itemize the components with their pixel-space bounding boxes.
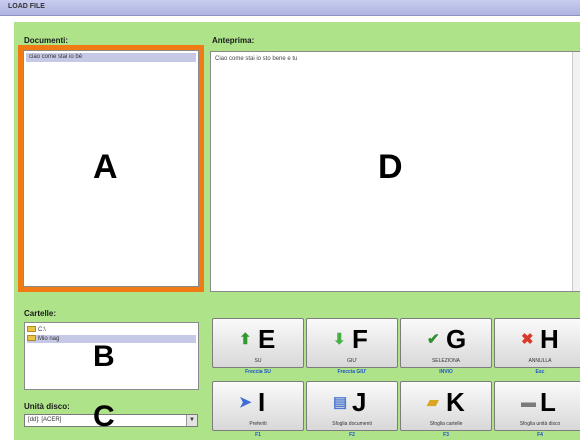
button-letter: G bbox=[446, 324, 467, 354]
shortcut-hint: Freccia GIU' bbox=[337, 369, 367, 375]
marker-d: D bbox=[378, 148, 403, 186]
window-title: LOAD FILE bbox=[8, 3, 45, 10]
button-l[interactable]: ▬ L Sfoglia unità disco bbox=[494, 381, 580, 431]
title-bar: LOAD FILE bbox=[0, 0, 580, 16]
folder-icon: ▰ bbox=[427, 394, 439, 411]
shortcut-hint: F2 bbox=[349, 432, 355, 438]
button-label: SELEZIONA bbox=[431, 358, 461, 364]
shortcut-hint: F3 bbox=[443, 432, 449, 438]
button-g[interactable]: ✔ G SELEZIONA bbox=[400, 318, 492, 368]
marker-c: C bbox=[93, 400, 115, 433]
drive-label: Unità disco: bbox=[24, 402, 70, 411]
button-letter: I bbox=[258, 387, 266, 417]
folder-item[interactable]: C:\ bbox=[27, 326, 46, 334]
preview-label: Anteprima: bbox=[212, 36, 255, 45]
button-f[interactable]: ⬇ F GIU' bbox=[306, 318, 398, 368]
shortcut-hint: F4 bbox=[537, 432, 543, 438]
button-k[interactable]: ▰ K Sfoglia cartelle bbox=[400, 381, 492, 431]
button-letter: F bbox=[352, 324, 368, 354]
documents-label: Documenti: bbox=[24, 36, 68, 45]
shortcut-hint: Esc bbox=[535, 369, 545, 375]
down-arrow-icon: ⬇ bbox=[333, 331, 346, 348]
preview-text: Ciao come stai io sto bene e tu bbox=[215, 56, 298, 62]
button-letter: L bbox=[540, 387, 556, 417]
drive-icon: ▬ bbox=[521, 394, 536, 411]
button-letter: E bbox=[258, 324, 276, 354]
preview-scrollbar[interactable] bbox=[572, 52, 580, 291]
button-label: Sfoglia documenti bbox=[332, 421, 372, 427]
button-label: GIU' bbox=[347, 358, 357, 364]
button-j[interactable]: ▤ J Sfoglia documenti bbox=[306, 381, 398, 431]
shortcut-hint: INVIO bbox=[439, 369, 453, 375]
check-icon: ✔ bbox=[427, 331, 440, 348]
chevron-down-icon[interactable]: ▼ bbox=[186, 415, 197, 426]
button-letter: K bbox=[446, 387, 465, 417]
marker-a: A bbox=[93, 148, 118, 186]
button-label: Sfoglia unità disco bbox=[519, 421, 561, 427]
button-i[interactable]: ➤ I Preferiti bbox=[212, 381, 304, 431]
button-h[interactable]: ✖ H ANNULLA bbox=[494, 318, 580, 368]
button-e[interactable]: ⬆ E SU bbox=[212, 318, 304, 368]
folder-open-icon bbox=[27, 335, 36, 342]
button-label: Sfoglia cartelle bbox=[429, 421, 463, 427]
button-label: SU bbox=[254, 358, 262, 364]
drive-selected-value: [dd]: [ACER] bbox=[28, 417, 62, 423]
pointer-icon: ➤ bbox=[239, 394, 252, 411]
button-label: Preferiti bbox=[249, 421, 267, 427]
shortcut-hint: Freccia SU bbox=[245, 369, 271, 375]
button-letter: J bbox=[352, 387, 367, 417]
up-arrow-icon: ⬆ bbox=[239, 331, 252, 348]
marker-b: B bbox=[93, 340, 115, 373]
folder-icon bbox=[27, 326, 36, 333]
cross-icon: ✖ bbox=[521, 331, 534, 348]
document-icon: ▤ bbox=[333, 394, 348, 411]
button-label: ANNULLA bbox=[528, 358, 552, 364]
folders-label: Cartelle: bbox=[24, 309, 57, 318]
document-item[interactable]: ciao come stai io bé bbox=[26, 53, 196, 62]
shortcut-hint: F1 bbox=[255, 432, 261, 438]
button-letter: H bbox=[540, 324, 559, 354]
